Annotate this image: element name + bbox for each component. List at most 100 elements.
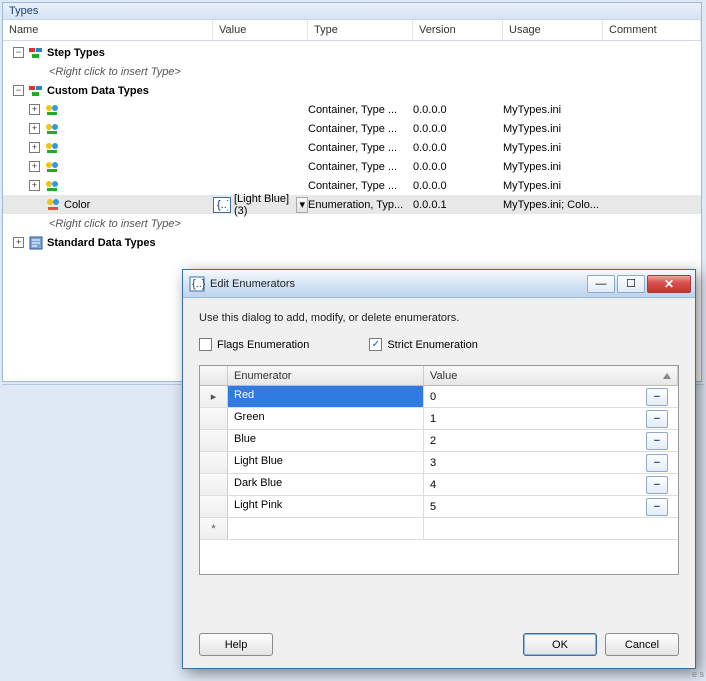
expand-icon[interactable]: +	[29, 104, 40, 115]
dialog-icon: {..}	[189, 276, 205, 292]
strict-enumeration-checkbox[interactable]: Strict Enumeration	[369, 338, 477, 351]
header-value[interactable]: Value	[213, 20, 308, 40]
tree-node-container[interactable]: +Container, Type ...0.0.0.0MyTypes.ini	[3, 138, 701, 157]
tree-node-standard-data-types[interactable]: + Standard Data Types	[3, 233, 701, 252]
minus-icon: −	[654, 459, 660, 467]
expand-icon[interactable]: +	[29, 180, 40, 191]
remove-row-button[interactable]: −	[646, 454, 668, 472]
dialog-titlebar[interactable]: {..} Edit Enumerators — ☐ ✕	[183, 270, 695, 298]
grid-row[interactable]: Dark Blue4−	[200, 474, 678, 496]
header-type[interactable]: Type	[308, 20, 413, 40]
color-label: Color	[64, 199, 90, 211]
tree-node-container[interactable]: +Container, Type ...0.0.0.0MyTypes.ini	[3, 157, 701, 176]
value-cell[interactable]: 1−	[424, 408, 678, 429]
dropdown-arrow-icon[interactable]: ▾	[296, 197, 308, 213]
tree-node-color[interactable]: Color {..} [Light Blue] (3) ▾ Enumeratio…	[3, 195, 701, 214]
svg-text:{..}: {..}	[217, 199, 228, 211]
sort-asc-icon	[663, 373, 671, 379]
enumerator-cell[interactable]: Light Pink	[228, 496, 424, 517]
grid-header-enumerator[interactable]: Enumerator	[228, 366, 424, 385]
collapse-icon[interactable]: −	[13, 85, 24, 96]
enumerator-cell[interactable]: Green	[228, 408, 424, 429]
new-row-value-cell[interactable]	[424, 518, 678, 539]
row-indicator-icon	[200, 496, 228, 517]
enumerators-grid[interactable]: Enumerator Value ▸Red0−Green1−Blue2−Ligh…	[199, 365, 679, 575]
header-version[interactable]: Version	[413, 20, 503, 40]
custom-types-label: Custom Data Types	[47, 85, 149, 97]
step-types-hint[interactable]: <Right click to insert Type>	[3, 62, 701, 81]
grid-header-value-text: Value	[430, 370, 457, 382]
value-cell[interactable]: 3−	[424, 452, 678, 473]
tree-node-step-types[interactable]: − Step Types	[3, 43, 701, 62]
minus-icon: −	[654, 503, 660, 511]
grid-row[interactable]: Green1−	[200, 408, 678, 430]
container-type: Container, Type ...	[308, 104, 413, 116]
cancel-button[interactable]: Cancel	[605, 633, 679, 656]
column-headers: Name Value Type Version Usage Comment	[3, 20, 701, 41]
step-types-label: Step Types	[47, 47, 105, 59]
container-icon	[44, 121, 60, 137]
container-version: 0.0.0.0	[413, 180, 503, 192]
value-cell[interactable]: 5−	[424, 496, 678, 517]
enum-icon	[45, 197, 61, 213]
header-name[interactable]: Name	[3, 20, 213, 40]
flags-enumeration-checkbox[interactable]: Flags Enumeration	[199, 338, 309, 351]
minus-icon: −	[654, 393, 660, 401]
maximize-button[interactable]: ☐	[617, 275, 645, 293]
container-usage: MyTypes.ini	[503, 180, 603, 192]
expand-icon[interactable]: +	[29, 142, 40, 153]
svg-text:{..}: {..}	[192, 278, 205, 290]
row-indicator-icon	[200, 474, 228, 495]
grid-new-row[interactable]: *	[200, 518, 678, 540]
color-usage: MyTypes.ini; Colo...	[503, 199, 603, 211]
value-cell[interactable]: 0−	[424, 386, 678, 407]
remove-row-button[interactable]: −	[646, 432, 668, 450]
value-editor-icon[interactable]: {..}	[213, 197, 231, 213]
step-types-icon	[28, 45, 44, 61]
grid-row[interactable]: Light Blue3−	[200, 452, 678, 474]
tree-node-custom-data-types[interactable]: − Custom Data Types	[3, 81, 701, 100]
close-button[interactable]: ✕	[647, 275, 691, 293]
strict-label: Strict Enumeration	[387, 339, 477, 351]
tree-node-container[interactable]: +Container, Type ...0.0.0.0MyTypes.ini	[3, 100, 701, 119]
container-icon	[44, 102, 60, 118]
tree-node-container[interactable]: +Container, Type ...0.0.0.0MyTypes.ini	[3, 119, 701, 138]
expand-icon[interactable]: +	[13, 237, 24, 248]
expand-icon[interactable]: +	[29, 123, 40, 134]
value-cell[interactable]: 4−	[424, 474, 678, 495]
row-indicator-icon: ▸	[200, 386, 228, 407]
minus-icon: −	[654, 481, 660, 489]
custom-types-hint[interactable]: <Right click to insert Type>	[3, 214, 701, 233]
help-button[interactable]: Help	[199, 633, 273, 656]
new-row-enum-cell[interactable]	[228, 518, 424, 539]
enumerator-cell[interactable]: Blue	[228, 430, 424, 451]
remove-row-button[interactable]: −	[646, 410, 668, 428]
grid-row[interactable]: Light Pink5−	[200, 496, 678, 518]
remove-row-button[interactable]: −	[646, 498, 668, 516]
enumerator-cell[interactable]: Dark Blue	[228, 474, 424, 495]
grid-header-value[interactable]: Value	[424, 366, 678, 385]
enumerator-cell[interactable]: Light Blue	[228, 452, 424, 473]
container-version: 0.0.0.0	[413, 123, 503, 135]
ok-button[interactable]: OK	[523, 633, 597, 656]
header-usage[interactable]: Usage	[503, 20, 603, 40]
container-icon	[44, 159, 60, 175]
edit-enumerators-dialog: {..} Edit Enumerators — ☐ ✕ Use this dia…	[182, 269, 696, 669]
row-indicator-icon	[200, 452, 228, 473]
grid-row[interactable]: ▸Red0−	[200, 386, 678, 408]
minimize-button[interactable]: —	[587, 275, 615, 293]
close-icon: ✕	[664, 277, 674, 291]
dialog-instruction: Use this dialog to add, modify, or delet…	[199, 312, 679, 324]
collapse-icon[interactable]: −	[13, 47, 24, 58]
remove-row-button[interactable]: −	[646, 388, 668, 406]
standard-types-icon	[28, 235, 44, 251]
header-comment[interactable]: Comment	[603, 20, 701, 40]
expand-icon[interactable]: +	[29, 161, 40, 172]
tree-node-container[interactable]: +Container, Type ...0.0.0.0MyTypes.ini	[3, 176, 701, 195]
container-icon	[44, 140, 60, 156]
value-cell[interactable]: 2−	[424, 430, 678, 451]
grid-row[interactable]: Blue2−	[200, 430, 678, 452]
container-type: Container, Type ...	[308, 123, 413, 135]
remove-row-button[interactable]: −	[646, 476, 668, 494]
enumerator-cell[interactable]: Red	[228, 386, 424, 407]
